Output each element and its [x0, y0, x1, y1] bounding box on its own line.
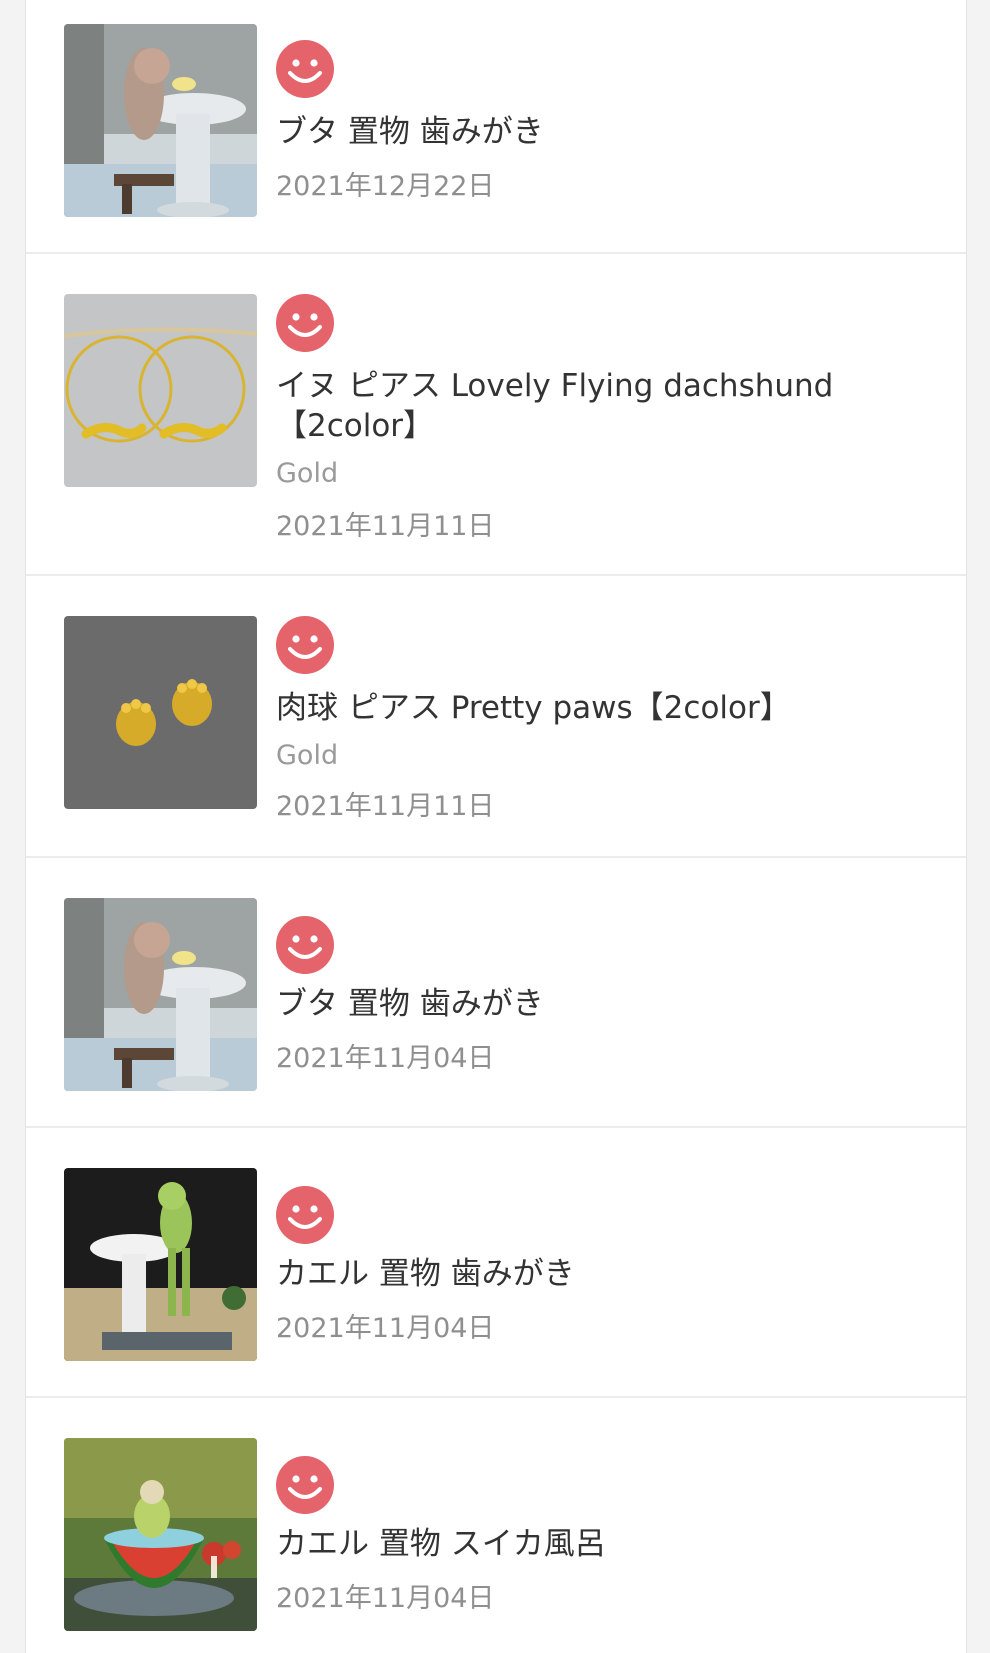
product-title[interactable]: ブタ 置物 歯みがき	[276, 984, 916, 1024]
product-variant: Gold	[276, 740, 339, 771]
product-thumbnail[interactable]	[64, 1168, 257, 1361]
product-variant: Gold	[276, 458, 339, 489]
product-thumbnail[interactable]	[64, 616, 257, 809]
purchase-date: 2021年12月22日	[276, 171, 495, 202]
smile-face-icon	[276, 916, 334, 974]
smile-face-icon	[276, 1186, 334, 1244]
product-thumbnail[interactable]	[64, 294, 257, 487]
purchase-date: 2021年11月04日	[276, 1313, 495, 1344]
purchase-date: 2021年11月04日	[276, 1583, 495, 1614]
list-item[interactable]: イヌ ピアス Lovely Flying dachshund【2color】 G…	[26, 254, 966, 576]
product-title[interactable]: カエル 置物 歯みがき	[276, 1254, 916, 1294]
list-item[interactable]: ブタ 置物 歯みがき 2021年12月22日	[26, 0, 966, 254]
product-thumbnail[interactable]	[64, 1438, 257, 1631]
product-title[interactable]: 肉球 ピアス Pretty paws【2color】	[276, 688, 916, 728]
smile-face-icon	[276, 616, 334, 674]
product-thumbnail[interactable]	[64, 898, 257, 1091]
product-title[interactable]: ブタ 置物 歯みがき	[276, 112, 916, 152]
list-item[interactable]: ブタ 置物 歯みがき 2021年11月04日	[26, 858, 966, 1128]
product-title[interactable]: イヌ ピアス Lovely Flying dachshund【2color】	[276, 366, 916, 446]
list-item[interactable]: カエル 置物 スイカ風呂 2021年11月04日	[26, 1398, 966, 1653]
list-item[interactable]: 肉球 ピアス Pretty paws【2color】 Gold 2021年11月…	[26, 576, 966, 858]
list-item[interactable]: カエル 置物 歯みがき 2021年11月04日	[26, 1128, 966, 1398]
product-title[interactable]: カエル 置物 スイカ風呂	[276, 1524, 916, 1564]
product-thumbnail[interactable]	[64, 24, 257, 217]
purchase-date: 2021年11月04日	[276, 1043, 495, 1074]
smile-face-icon	[276, 294, 334, 352]
purchase-date: 2021年11月11日	[276, 791, 495, 822]
purchase-date: 2021年11月11日	[276, 511, 495, 542]
purchase-history-list: ブタ 置物 歯みがき 2021年12月22日 イヌ ピアス Lovely Fly…	[25, 0, 967, 1653]
smile-face-icon	[276, 1456, 334, 1514]
smile-face-icon	[276, 40, 334, 98]
